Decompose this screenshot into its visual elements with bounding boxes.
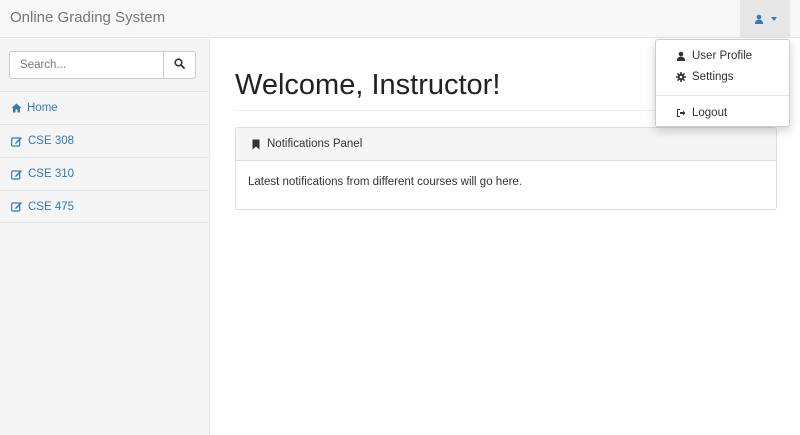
menu-item-settings[interactable]: Settings bbox=[656, 67, 789, 87]
sidebar-item-label: CSE 308 bbox=[28, 135, 75, 147]
edit-icon bbox=[11, 136, 23, 147]
menu-item-label: Settings bbox=[692, 71, 734, 83]
edit-icon bbox=[11, 169, 23, 180]
sidebar-item-label: CSE 475 bbox=[28, 200, 75, 213]
sidebar-item-cse308[interactable]: CSE 308 bbox=[0, 124, 209, 157]
search-button[interactable] bbox=[164, 51, 196, 79]
notifications-panel: Notifications Panel Latest notifications… bbox=[235, 127, 777, 210]
gear-icon bbox=[676, 72, 689, 82]
sidebar-item-cse310[interactable]: CSE 310 bbox=[0, 157, 209, 190]
panel-heading: Notifications Panel bbox=[236, 128, 776, 161]
top-navbar: Online Grading System bbox=[0, 0, 800, 38]
sign-out-icon bbox=[676, 108, 689, 118]
sidebar-item-cse475[interactable]: CSE 475 bbox=[0, 190, 209, 223]
menu-item-user-profile[interactable]: User Profile bbox=[656, 46, 789, 66]
sidebar: Home CSE 308 CSE 310 CSE 475 bbox=[0, 39, 210, 435]
app-brand[interactable]: Online Grading System bbox=[10, 9, 165, 26]
menu-item-label: Logout bbox=[692, 107, 728, 119]
search-input[interactable] bbox=[9, 51, 164, 79]
search-icon bbox=[174, 56, 185, 74]
menu-item-label: User Profile bbox=[692, 50, 753, 62]
sidebar-nav: Home CSE 308 CSE 310 CSE 475 bbox=[0, 91, 209, 223]
user-dropdown-menu: User Profile Settings Logout bbox=[655, 39, 790, 127]
bookmark-icon bbox=[252, 139, 260, 150]
user-menu-toggle[interactable] bbox=[740, 0, 790, 38]
home-icon bbox=[11, 103, 22, 113]
user-icon bbox=[676, 51, 689, 61]
sidebar-item-home[interactable]: Home bbox=[0, 91, 209, 124]
search-group bbox=[9, 51, 196, 79]
menu-item-logout[interactable]: Logout bbox=[656, 103, 789, 123]
user-icon bbox=[754, 14, 764, 24]
panel-body: Latest notifications from different cour… bbox=[248, 176, 523, 188]
page-title: Welcome, Instructor! bbox=[235, 69, 501, 101]
sidebar-item-label: Home bbox=[27, 102, 58, 114]
edit-icon bbox=[11, 201, 23, 212]
sidebar-item-label: CSE 310 bbox=[28, 168, 75, 180]
menu-divider bbox=[656, 95, 789, 96]
chevron-down-icon bbox=[770, 17, 777, 21]
panel-title: Notifications Panel bbox=[267, 138, 363, 150]
